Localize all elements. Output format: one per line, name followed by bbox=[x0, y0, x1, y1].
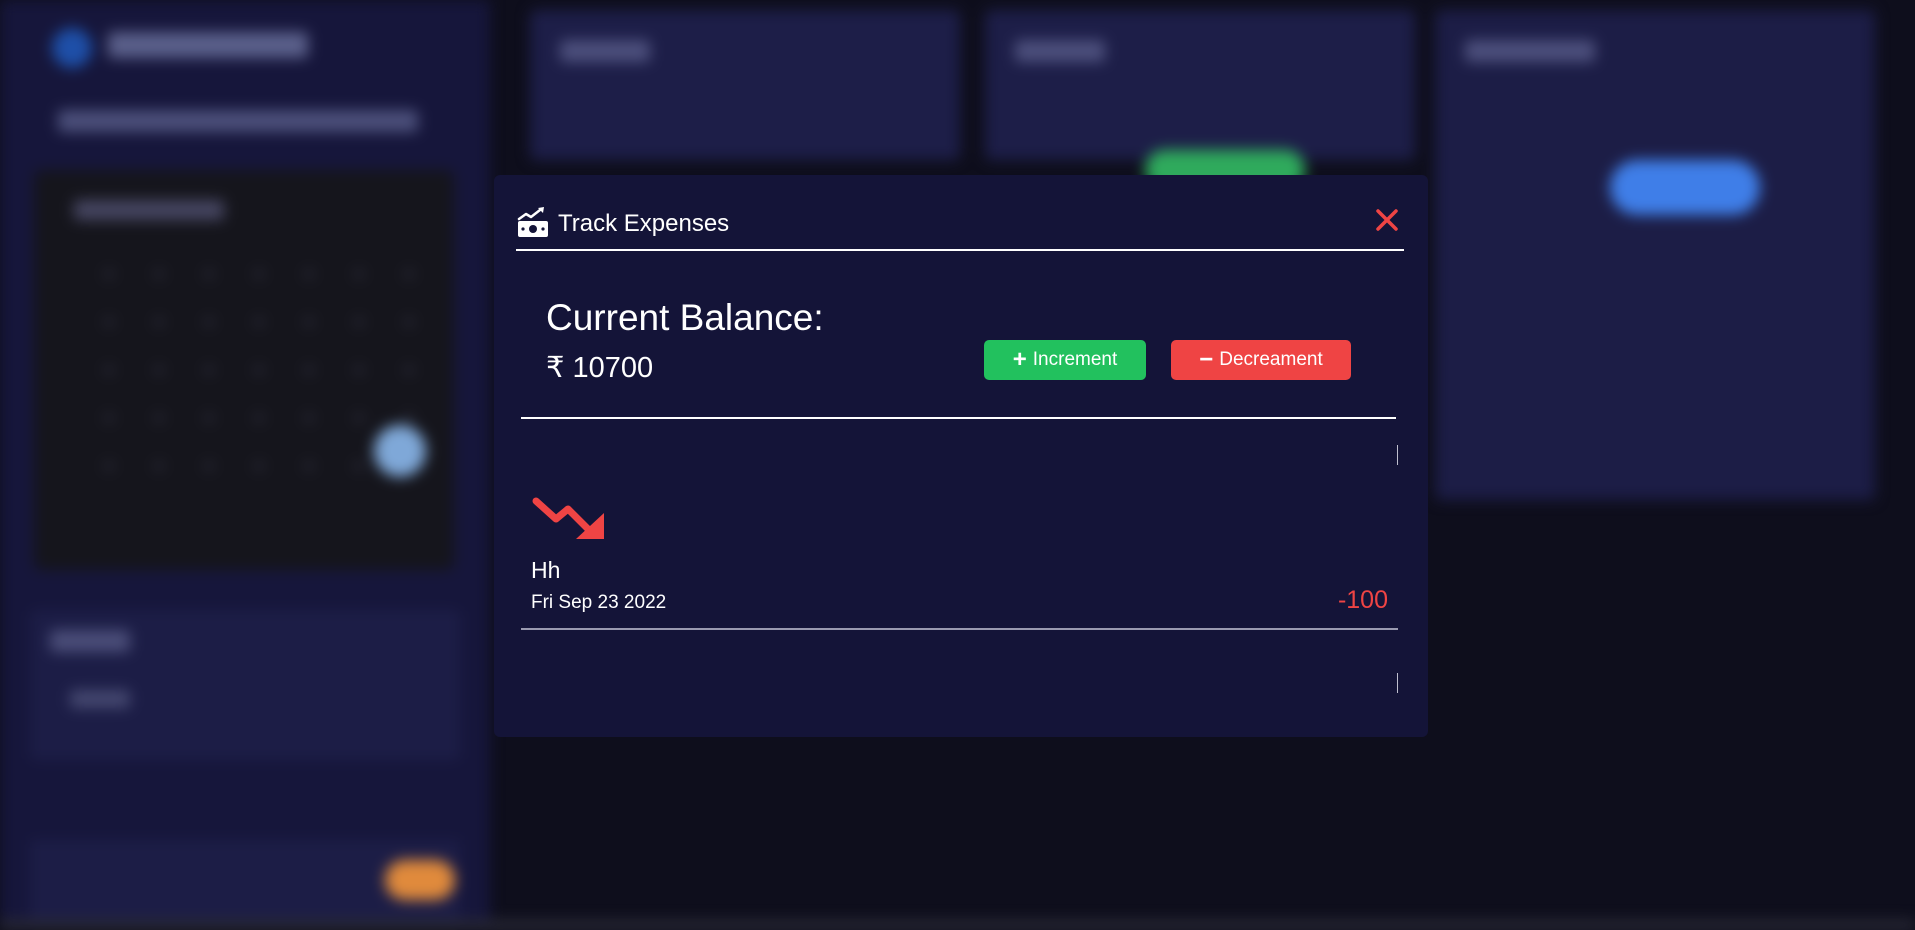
balance-divider bbox=[521, 417, 1396, 419]
taskbar bbox=[0, 920, 1915, 930]
trend-down-arrow-icon bbox=[532, 497, 604, 539]
background-card-3 bbox=[1435, 10, 1875, 500]
minus-icon: − bbox=[1199, 346, 1214, 373]
transaction-divider bbox=[521, 628, 1398, 630]
background-logo bbox=[52, 28, 92, 68]
transaction-name: Hh bbox=[531, 557, 561, 583]
scroll-marker-bottom bbox=[1397, 673, 1398, 693]
increment-button[interactable]: + Increment bbox=[984, 340, 1146, 380]
background-side-card-item bbox=[70, 690, 130, 708]
background-logo-text bbox=[108, 32, 308, 58]
background-card-2 bbox=[985, 10, 1415, 160]
track-expenses-modal: Track Expenses Current Balance: ₹ 10700 … bbox=[494, 175, 1428, 737]
background-blue-pill bbox=[1610, 160, 1760, 215]
background-card-1 bbox=[530, 10, 960, 160]
background-calendar-selected-day bbox=[374, 425, 426, 477]
current-balance-label: Current Balance: bbox=[546, 297, 824, 338]
background-side-card-title bbox=[50, 630, 130, 652]
money-chart-icon bbox=[517, 207, 548, 237]
background-card-2-title bbox=[1015, 40, 1105, 62]
background-calendar bbox=[34, 170, 454, 570]
background-card-3-title bbox=[1465, 40, 1595, 62]
scroll-marker-top bbox=[1397, 445, 1398, 465]
background-calendar-title bbox=[74, 200, 224, 220]
increment-label: Increment bbox=[1032, 349, 1118, 370]
background-card-1-title bbox=[560, 40, 650, 62]
background-calendar-grid bbox=[84, 250, 424, 500]
modal-title: Track Expenses bbox=[558, 210, 730, 237]
background-subtitle bbox=[58, 110, 418, 132]
plus-icon: + bbox=[1012, 346, 1027, 373]
decrement-button[interactable]: − Decreament bbox=[1171, 340, 1351, 380]
transaction-amount: -100 bbox=[1337, 586, 1388, 614]
modal-header: Track Expenses bbox=[516, 205, 1404, 251]
decrement-label: Decreament bbox=[1219, 349, 1323, 370]
background-orange-button bbox=[385, 860, 455, 900]
background-sidebar bbox=[0, 0, 490, 920]
background-side-card bbox=[30, 610, 460, 760]
current-balance-value: ₹ 10700 bbox=[546, 352, 654, 384]
transaction-date: Fri Sep 23 2022 bbox=[531, 592, 667, 613]
close-icon[interactable] bbox=[1372, 205, 1402, 235]
